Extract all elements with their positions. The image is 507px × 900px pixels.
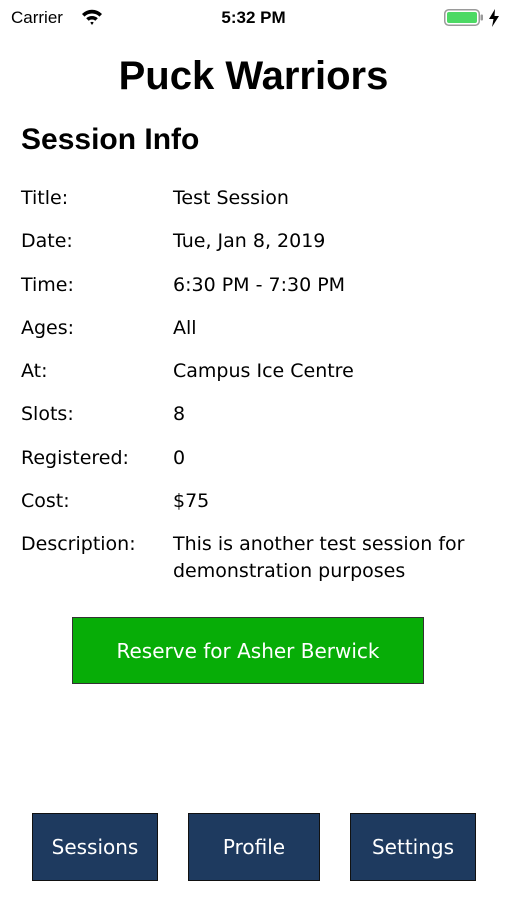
- info-value: All: [173, 316, 197, 339]
- info-row-title: Title: Test Session: [21, 185, 491, 212]
- info-value: 0: [173, 446, 186, 469]
- clock: 5:32 PM: [221, 8, 286, 27]
- info-value: $75: [173, 490, 210, 513]
- info-label: Time:: [21, 273, 74, 296]
- info-label: Description:: [21, 533, 136, 556]
- info-value: Tue, Jan 8, 2019: [173, 230, 326, 253]
- info-label: Date:: [21, 230, 73, 253]
- info-row-slots: Slots: 8: [21, 401, 491, 428]
- info-label: Title:: [21, 187, 69, 209]
- info-value: Test Session: [173, 187, 289, 209]
- info-label: Ages:: [21, 316, 75, 339]
- charging-bolt-icon: [489, 9, 499, 27]
- reserve-button[interactable]: Reserve for Asher Berwick: [72, 617, 424, 684]
- info-row-location: At: Campus Ice Centre: [21, 358, 491, 385]
- info-value: This is another test session for demonst…: [173, 533, 465, 583]
- info-row-ages: Ages: All: [21, 315, 491, 342]
- info-label: Registered:: [21, 446, 129, 469]
- nav-sessions-button[interactable]: Sessions: [32, 813, 158, 881]
- info-row-registered: Registered: 0: [21, 445, 491, 472]
- info-label: Cost:: [21, 490, 70, 513]
- info-row-description: Description: This is another test sessio…: [21, 531, 491, 585]
- info-value: Campus Ice Centre: [173, 360, 354, 383]
- info-label: Slots:: [21, 403, 74, 426]
- info-row-time: Time: 6:30 PM - 7:30 PM: [21, 272, 491, 299]
- nav-settings-button[interactable]: Settings: [350, 813, 476, 881]
- session-info: Title: Test Session Date: Tue, Jan 8, 20…: [21, 185, 491, 602]
- status-bar: Carrier 5:32 PM: [0, 0, 507, 36]
- nav-profile-button[interactable]: Profile: [188, 813, 320, 881]
- info-value: 6:30 PM - 7:30 PM: [173, 273, 346, 296]
- app-title: Puck Warriors: [118, 54, 389, 98]
- info-value: 8: [173, 403, 186, 426]
- battery-icon: [444, 9, 483, 26]
- info-label: At:: [21, 360, 48, 383]
- info-row-cost: Cost: $75: [21, 488, 491, 515]
- info-row-date: Date: Tue, Jan 8, 2019: [21, 228, 491, 255]
- section-title: Session Info: [21, 123, 200, 156]
